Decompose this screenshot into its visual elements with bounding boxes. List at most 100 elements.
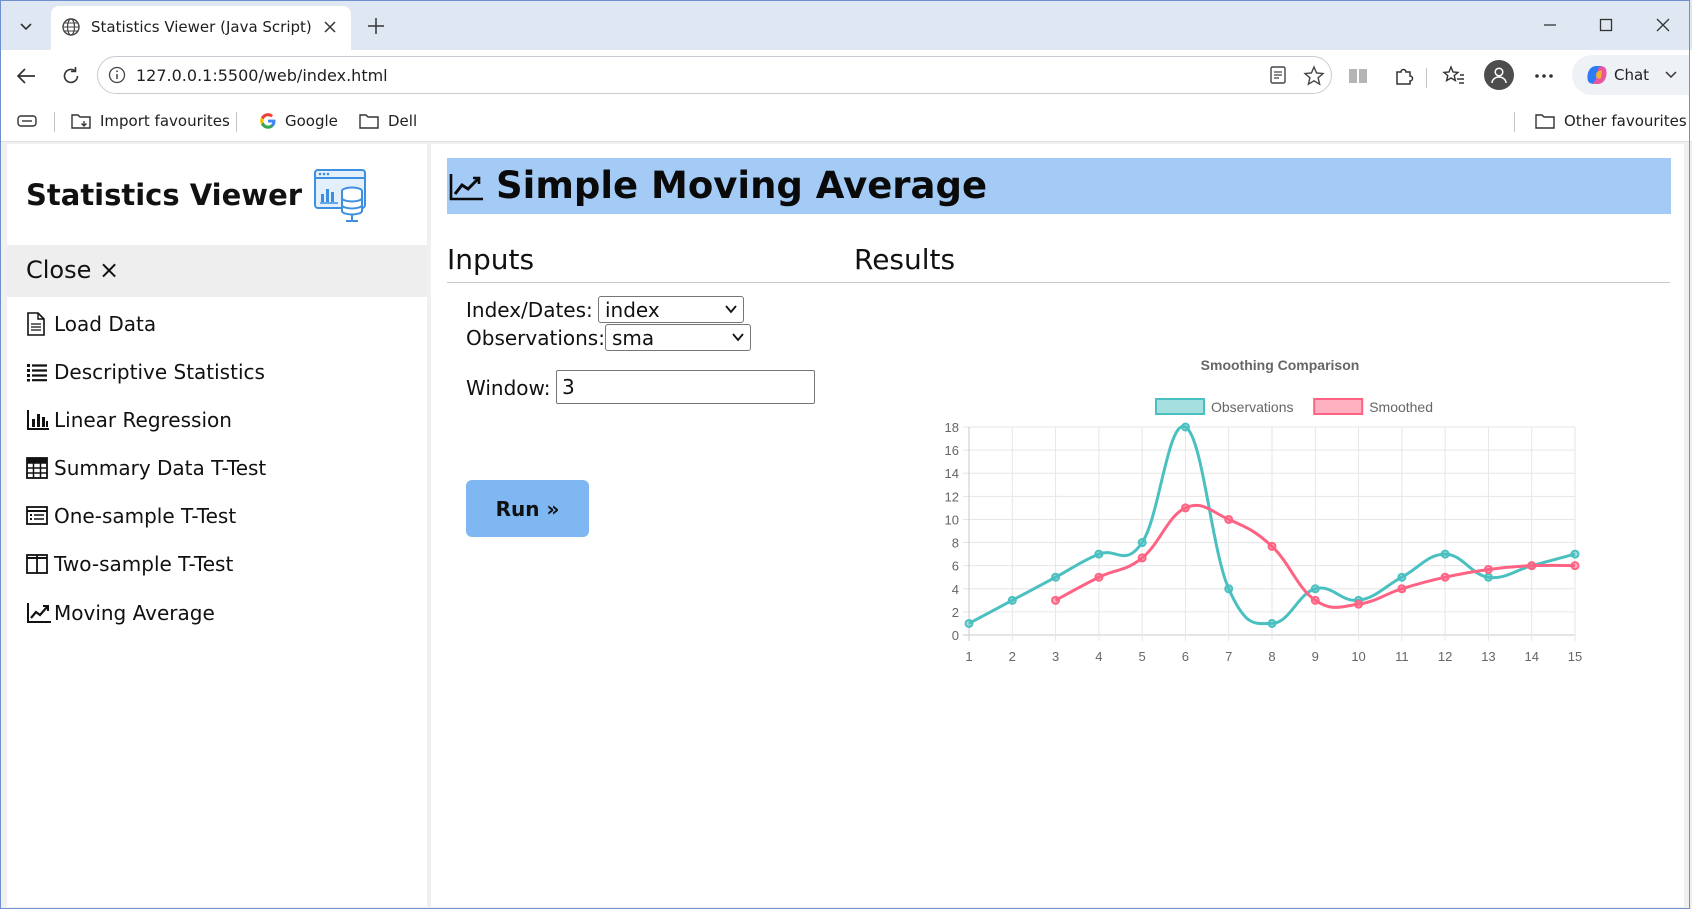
x-tick-label: 10 [1351, 649, 1365, 664]
tab-actions-menu[interactable] [9, 9, 43, 43]
more-menu-button[interactable] [1528, 60, 1560, 92]
star-icon[interactable] [1303, 65, 1325, 87]
x-tick-label: 12 [1438, 649, 1452, 664]
observations-label: Observations: [466, 326, 605, 350]
reader-view-icon[interactable] [1268, 65, 1288, 85]
close-icon [324, 21, 336, 33]
back-button[interactable] [10, 60, 42, 92]
bookmark-label: Google [285, 112, 338, 130]
data-point-observations [1094, 549, 1104, 559]
x-tick-label: 15 [1568, 649, 1582, 664]
close-label: Close × [26, 256, 120, 284]
split-screen-button[interactable] [1342, 60, 1374, 92]
brand: Statistics Viewer [26, 167, 368, 223]
address-bar[interactable]: 127.0.0.1:5500/web/index.html [97, 56, 1332, 94]
close-icon [1656, 18, 1670, 32]
data-point-smoothed [1310, 595, 1320, 605]
observations-value: sma [612, 326, 655, 350]
more-dots-icon [1535, 74, 1553, 78]
legend-label: Observations [1211, 399, 1293, 415]
close-window-button[interactable] [1643, 10, 1683, 40]
puzzle-icon [1396, 68, 1414, 85]
data-point-observations [1180, 422, 1190, 432]
chevron-down-icon [1665, 71, 1677, 79]
maximize-button[interactable] [1586, 10, 1626, 40]
data-point-smoothed [1570, 561, 1580, 571]
sidebar-item-load-data[interactable]: Load Data [26, 309, 156, 339]
refresh-icon [63, 67, 79, 84]
data-point-observations [1137, 538, 1147, 548]
index-dates-select[interactable]: index [598, 296, 744, 323]
bookmark-import-favourites[interactable]: Import favourites [70, 110, 230, 132]
data-point-smoothed [1137, 553, 1147, 563]
bookmark-dell[interactable]: Dell [358, 110, 417, 132]
x-tick-label: 8 [1268, 649, 1275, 664]
new-tab-button[interactable] [362, 12, 390, 40]
sidebar: Statistics Viewer Close × Load Data Desc… [7, 144, 427, 907]
url-text[interactable]: 127.0.0.1:5500/web/index.html [136, 66, 388, 85]
refresh-button[interactable] [55, 60, 87, 92]
favourites-button[interactable] [1438, 60, 1470, 92]
x-tick-label: 3 [1052, 649, 1059, 664]
x-tick-label: 5 [1139, 649, 1146, 664]
legend-swatch-observations [1155, 398, 1205, 415]
list-icon [27, 364, 47, 382]
maximize-icon [1599, 18, 1613, 32]
run-button[interactable]: Run » [466, 480, 589, 537]
y-tick-label: 6 [952, 559, 959, 574]
sidebar-close-button[interactable]: Close × [7, 245, 427, 297]
data-point-observations [1397, 572, 1407, 582]
extensions-button[interactable] [1388, 60, 1420, 92]
profile-avatar[interactable] [1484, 60, 1514, 90]
bookmarks-divider [54, 112, 55, 132]
sidebar-item-label: One-sample T-Test [54, 504, 237, 528]
chevron-down-icon [725, 305, 737, 314]
minimize-button[interactable] [1530, 10, 1570, 40]
import-folder-icon [71, 114, 91, 129]
minimize-icon [1544, 24, 1556, 26]
info-icon[interactable] [108, 66, 126, 84]
data-point-smoothed [1527, 561, 1537, 571]
data-point-smoothed [1354, 599, 1364, 609]
y-tick-label: 16 [945, 443, 959, 458]
y-tick-label: 10 [945, 512, 959, 527]
data-point-observations [1310, 584, 1320, 594]
x-tick-label: 1 [965, 649, 972, 664]
data-point-smoothed [1094, 572, 1104, 582]
sidebar-item-one-sample-t-test[interactable]: One-sample T-Test [26, 501, 236, 531]
data-point-smoothed [1051, 595, 1061, 605]
legend-swatch-smoothed [1313, 398, 1364, 415]
bookmarks-divider [236, 112, 237, 132]
bookmarks-toggle[interactable] [16, 110, 46, 132]
sidebar-item-summary-data-t-test[interactable]: Summary Data T-Test [26, 453, 266, 483]
close-tab-button[interactable] [319, 16, 341, 38]
sidebar-item-linear-regression[interactable]: Linear Regression [26, 405, 232, 435]
sidebar-item-label: Two-sample T-Test [54, 552, 234, 576]
bookmarks-divider [1514, 112, 1515, 132]
data-point-observations [1267, 618, 1277, 628]
y-tick-label: 18 [945, 420, 959, 435]
sidebar-item-descriptive-statistics[interactable]: Descriptive Statistics [26, 357, 265, 387]
favourites-list-icon [1442, 65, 1464, 84]
browser-tab[interactable]: Statistics Viewer (Java Script) [51, 6, 351, 50]
window-input[interactable]: 3 [556, 370, 815, 404]
observations-select[interactable]: sma [605, 324, 751, 351]
data-point-observations [964, 618, 974, 628]
x-tick-label: 14 [1524, 649, 1538, 664]
bookmark-google[interactable]: Google [259, 110, 338, 132]
page-title: Simple Moving Average [496, 164, 988, 207]
split-screen-icon [1349, 69, 1367, 83]
chat-button[interactable]: Chat [1572, 55, 1690, 95]
chevron-down-icon [732, 333, 744, 342]
globe-icon [62, 18, 80, 36]
bookmark-other-favourites[interactable]: Other favourites [1534, 110, 1687, 132]
sidebar-item-moving-average[interactable]: Moving Average [26, 598, 215, 628]
y-tick-label: 8 [952, 536, 959, 551]
folder-icon [359, 114, 379, 129]
chat-label: Chat [1614, 66, 1650, 84]
y-tick-label: 2 [952, 605, 959, 620]
bookmarks-bar: Import favourites Google Dell Other favo… [0, 100, 1692, 142]
data-point-smoothed [1397, 584, 1407, 594]
sidebar-item-two-sample-t-test[interactable]: Two-sample T-Test [26, 549, 233, 579]
bookmark-label: Other favourites [1564, 112, 1687, 130]
